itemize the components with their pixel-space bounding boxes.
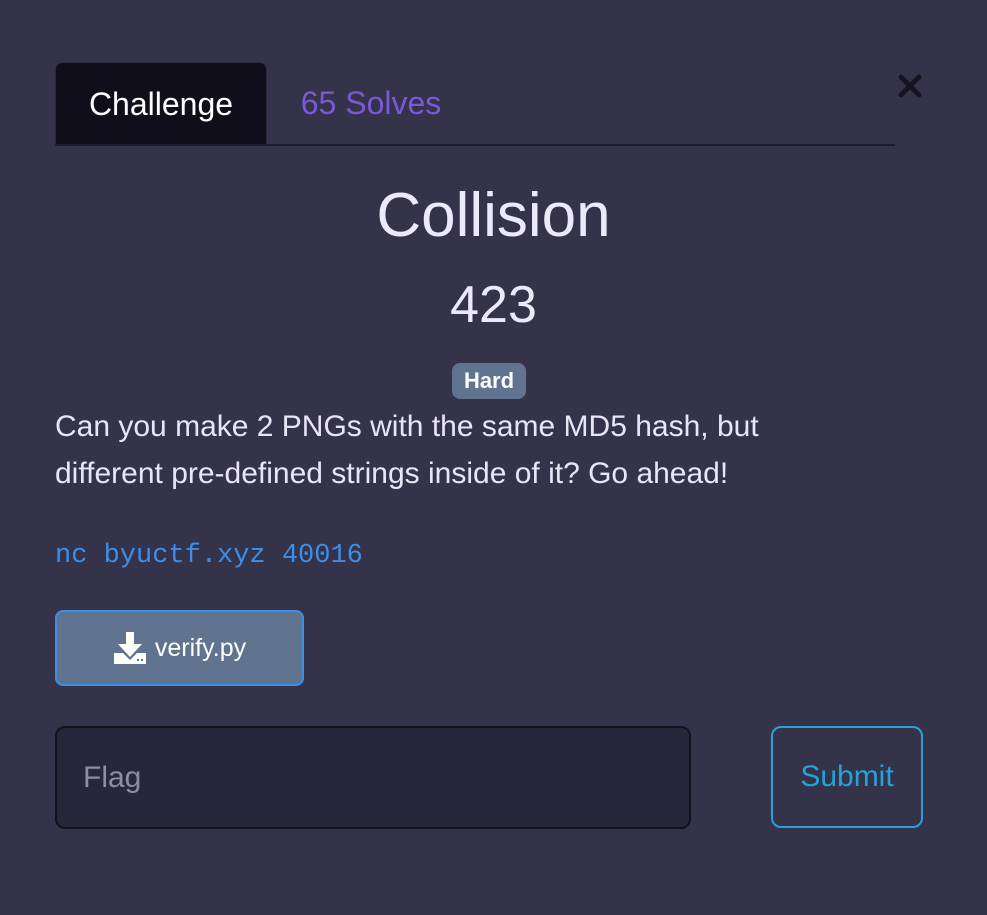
connection-command: nc byuctf.xyz 40016 [55, 541, 363, 571]
close-icon [898, 74, 922, 98]
download-icon [113, 632, 146, 664]
challenge-title: Collision [376, 181, 611, 250]
difficulty-badge: Hard [452, 363, 526, 399]
challenge-tabs: Challenge 65 Solves [55, 62, 895, 146]
tab-challenge[interactable]: Challenge [55, 62, 267, 144]
description-line: different pre-defined strings inside of … [55, 457, 729, 490]
challenge-points: 423 [450, 276, 537, 334]
tab-solves[interactable]: 65 Solves [287, 62, 455, 144]
challenge-description: Can you make 2 PNGs with the same MD5 ha… [55, 403, 855, 497]
submit-button[interactable]: Submit [771, 726, 923, 828]
description-line: Can you make 2 PNGs with the same MD5 ha… [55, 410, 759, 443]
flag-input[interactable] [55, 726, 691, 829]
close-button[interactable] [890, 66, 930, 106]
download-file-button[interactable]: verify.py [55, 610, 304, 686]
file-name: verify.py [154, 633, 247, 662]
